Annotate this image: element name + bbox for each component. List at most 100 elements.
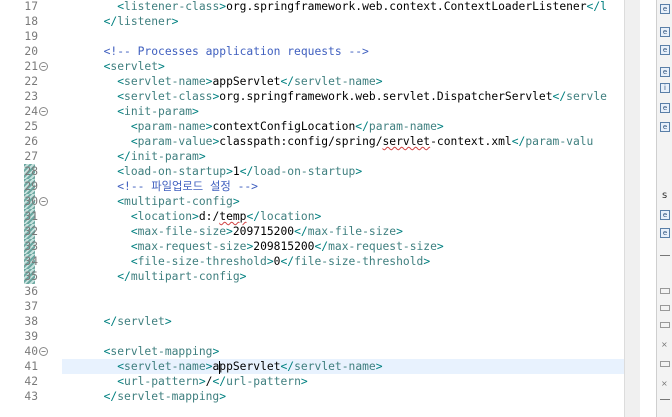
code-line[interactable]: <url-pattern>/</url-pattern> <box>90 374 308 389</box>
code-line[interactable]: </servlet> <box>90 314 172 329</box>
fold-collapse-icon[interactable] <box>39 62 48 71</box>
tag-bracket: < <box>117 0 125 13</box>
tag-name: param-valu <box>525 135 594 148</box>
line-number: 38 <box>24 315 38 328</box>
close-icon[interactable]: × <box>661 341 669 349</box>
tag-bracket: < <box>130 135 138 148</box>
view-box-icon[interactable] <box>660 305 670 311</box>
tag-bracket: > <box>171 15 179 28</box>
code-line[interactable]: </servlet-mapping> <box>90 389 226 404</box>
tag-bracket: > <box>239 270 247 283</box>
outline-element-icon[interactable]: e <box>660 210 670 220</box>
code-line[interactable]: <file-size-threshold>0</file-size-thresh… <box>90 254 430 269</box>
tag-bracket: > <box>192 105 199 118</box>
tag-name: init-param <box>130 150 199 163</box>
tag-bracket: </ <box>280 360 295 373</box>
outline-element-icon[interactable]: e <box>660 27 670 37</box>
fold-collapse-icon[interactable] <box>39 347 48 356</box>
view-box-icon[interactable] <box>660 361 670 367</box>
code-line[interactable]: <init-param> <box>90 104 199 119</box>
code-line[interactable]: <location>d:/temp</location> <box>90 209 322 224</box>
vertical-scrollbar[interactable] <box>624 0 640 417</box>
minimize-icon[interactable] <box>660 255 670 256</box>
tag-name: servle <box>566 90 607 103</box>
code-line[interactable]: </multipart-config> <box>90 269 246 284</box>
tag-bracket: </l <box>586 0 607 13</box>
tag-name: servlet-name <box>294 360 376 373</box>
outline-element-icon[interactable]: e <box>660 122 670 132</box>
tag-bracket: > <box>300 375 308 388</box>
tag-name: location <box>260 210 315 223</box>
line-number: 25 <box>24 120 38 133</box>
tag-bracket: > <box>164 315 172 328</box>
code-line[interactable]: <max-file-size>209715200</max-file-size> <box>90 224 403 239</box>
line-number: 42 <box>24 375 38 388</box>
outline-element-icon[interactable]: e <box>660 228 670 238</box>
line-number: 41 <box>24 360 38 373</box>
line-number: 32 <box>24 225 38 238</box>
view-box-icon[interactable] <box>660 322 670 328</box>
code-line[interactable]: <param-name>contextConfigLocation</param… <box>90 119 444 134</box>
tag-name: url-pattern <box>124 375 199 388</box>
text-content: org.springframework.web.servlet.Dispatch… <box>219 90 553 103</box>
code-line[interactable]: <servlet-mapping> <box>90 344 220 359</box>
tag-bracket: < <box>117 75 125 88</box>
tag-name: servlet-name <box>124 75 206 88</box>
tag-name: servlet-class <box>124 90 213 103</box>
line-number: 24 <box>24 105 38 118</box>
xml-editor[interactable]: <listener-class>org.springframework.web.… <box>62 0 624 417</box>
tag-bracket: < <box>130 255 138 268</box>
line-number: 31 <box>24 210 38 223</box>
minimize-icon[interactable] <box>660 399 670 400</box>
code-line[interactable]: </listener> <box>90 14 179 29</box>
code-line[interactable]: <servlet> <box>90 59 165 74</box>
tag-bracket: </ <box>103 390 118 403</box>
view-box-icon[interactable] <box>660 288 670 294</box>
tag-name: init-param <box>124 105 193 118</box>
tag-name: file-size-threshold <box>137 255 267 268</box>
fold-collapse-icon[interactable] <box>39 107 48 116</box>
code-line[interactable]: <load-on-startup>1</load-on-startup> <box>90 164 362 179</box>
line-number: 34 <box>24 255 38 268</box>
fold-collapse-icon[interactable] <box>39 197 48 206</box>
code-line[interactable]: <multipart-config> <box>90 194 239 209</box>
tag-bracket: < <box>117 360 125 373</box>
tag-bracket: > <box>375 360 383 373</box>
code-line[interactable]: <listener-class>org.springframework.web.… <box>90 0 607 14</box>
tag-name: max-request-size <box>328 240 437 253</box>
outline-element-icon[interactable]: e <box>660 67 670 77</box>
code-line[interactable]: <servlet-name>appServlet</servlet-name> <box>90 359 383 374</box>
outline-element-icon[interactable]: e <box>660 103 670 113</box>
code-line[interactable]: <!-- 파일업로드 설정 --> <box>90 179 258 194</box>
close-icon[interactable]: × <box>661 380 669 388</box>
text-content: org.springframework.web.context.ContextL… <box>226 0 587 13</box>
tag-bracket: > <box>396 225 403 238</box>
tag-bracket: > <box>226 165 233 178</box>
outline-element-icon[interactable]: i <box>660 83 670 93</box>
tag-bracket: </ <box>212 375 227 388</box>
line-number: 21 <box>24 60 38 73</box>
line-number: 35 <box>24 270 38 283</box>
text-content: ppServlet <box>219 360 281 373</box>
code-line[interactable]: <!-- Processes application requests --> <box>90 44 369 59</box>
editor-gutter: 17 18 19 20 21 22 23 24 25 26 27 28 29 30 31 32 33 34 35 36… <box>0 0 62 417</box>
line-number: 30 <box>24 195 38 208</box>
line-number: 37 <box>24 300 38 313</box>
code-line[interactable]: <param-value>classpath:config/spring/ser… <box>90 134 594 149</box>
text-content: 209815200 <box>253 240 315 253</box>
code-line[interactable]: <max-request-size>209815200</max-request… <box>90 239 444 254</box>
outline-element-icon[interactable]: e <box>660 4 670 14</box>
code-line[interactable]: </init-param> <box>90 149 206 164</box>
code-line[interactable]: <servlet-name>appServlet</servlet-name> <box>90 74 382 89</box>
text-content: 1 <box>232 165 240 178</box>
line-number: 19 <box>24 30 38 43</box>
tag-name: param-name <box>368 120 437 133</box>
tag-bracket: > <box>226 225 233 238</box>
outline-section-label[interactable]: s <box>662 190 667 201</box>
outline-element-icon[interactable]: e <box>660 45 670 55</box>
tag-bracket: > <box>198 150 206 163</box>
text-content: appServlet <box>212 75 281 88</box>
tag-bracket: < <box>117 165 125 178</box>
tag-bracket: </ <box>246 210 261 223</box>
code-line[interactable]: <servlet-class>org.springframework.web.s… <box>90 89 607 104</box>
